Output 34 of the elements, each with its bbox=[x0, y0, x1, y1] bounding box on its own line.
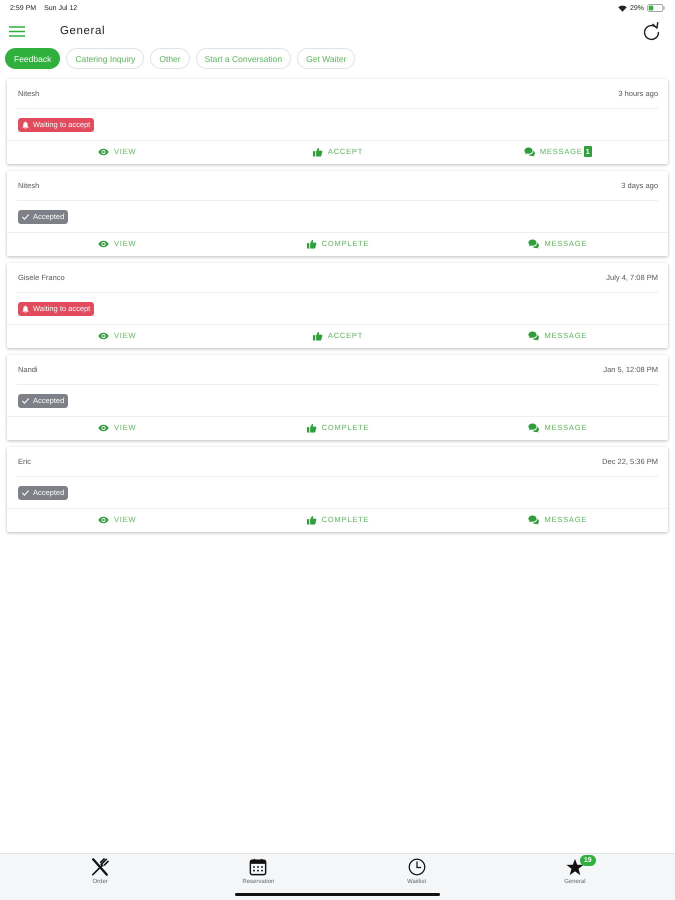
star-icon bbox=[566, 858, 584, 876]
refresh-button[interactable] bbox=[642, 22, 661, 40]
bell-icon bbox=[22, 120, 29, 128]
filter-chip[interactable]: Get Waiter bbox=[297, 48, 356, 69]
filter-chip[interactable]: Other bbox=[150, 48, 190, 69]
filter-chip[interactable]: Start a Conversation bbox=[196, 48, 292, 69]
check-icon bbox=[22, 212, 29, 220]
battery-icon bbox=[647, 4, 665, 12]
thumbs-up-icon bbox=[306, 514, 317, 524]
fork-and-knife-icon bbox=[91, 858, 110, 876]
calendar-icon bbox=[249, 858, 268, 876]
thumbs-up-icon bbox=[306, 238, 317, 248]
eye-icon bbox=[98, 514, 109, 524]
wifi-icon bbox=[618, 4, 627, 12]
page-title: General bbox=[60, 25, 106, 37]
filter-chip[interactable]: Feedback bbox=[5, 48, 60, 69]
thumbs-up-icon bbox=[312, 146, 323, 156]
menu-button[interactable] bbox=[9, 26, 25, 36]
filter-chip[interactable]: Catering Inquiry bbox=[66, 48, 144, 69]
speech-bubbles-icon bbox=[528, 330, 540, 340]
speech-bubbles-icon bbox=[528, 514, 540, 524]
check-icon bbox=[22, 396, 29, 404]
thumbs-up-icon bbox=[306, 422, 317, 432]
speech-bubbles-icon bbox=[528, 422, 540, 432]
eye-icon bbox=[98, 422, 109, 432]
thumbs-up-icon bbox=[312, 330, 323, 340]
eye-icon bbox=[98, 330, 109, 340]
eye-icon bbox=[98, 146, 109, 156]
bell-icon bbox=[22, 304, 29, 312]
clock-icon bbox=[408, 858, 426, 876]
speech-bubbles-icon bbox=[524, 146, 535, 156]
check-icon bbox=[22, 488, 29, 496]
speech-bubbles-icon bbox=[528, 238, 540, 248]
eye-icon bbox=[98, 238, 109, 248]
